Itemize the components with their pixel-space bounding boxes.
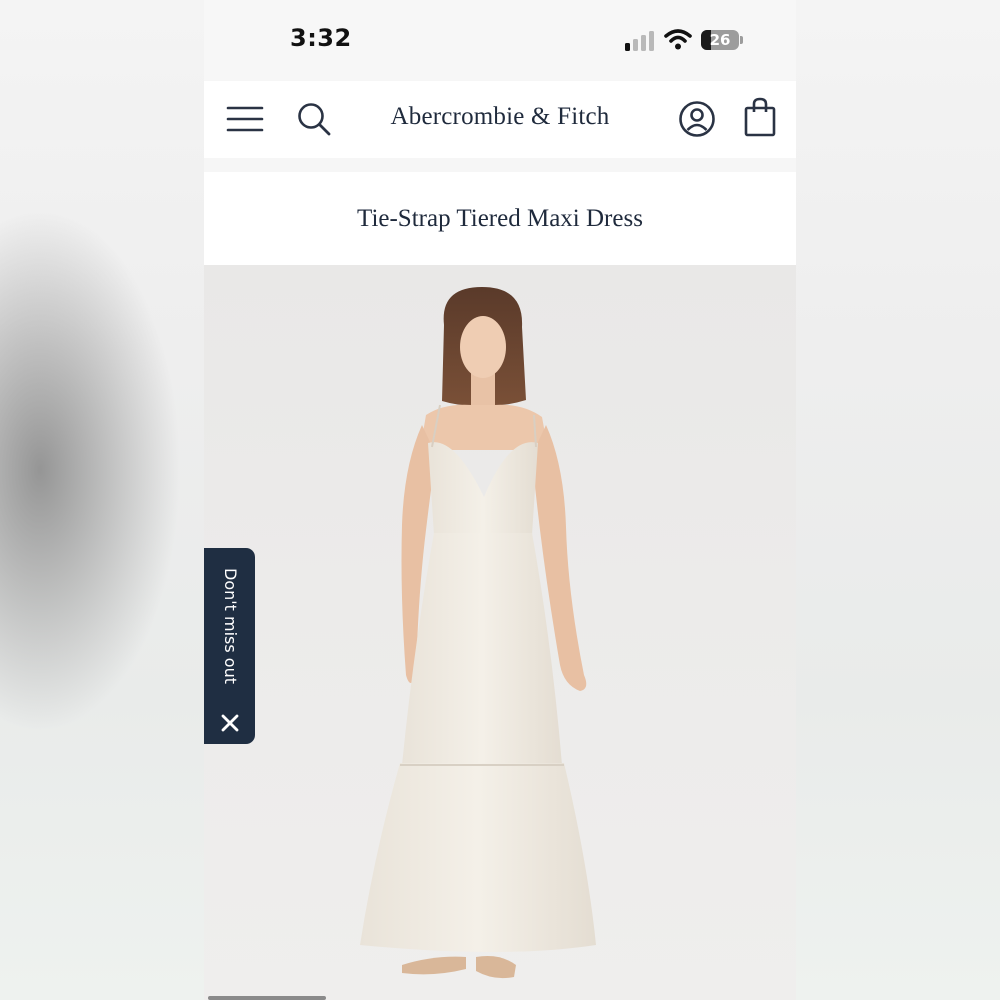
- signal-bar-4: [649, 31, 654, 51]
- shopping-bag-icon[interactable]: [743, 97, 777, 137]
- brand-logo[interactable]: Abercrombie & Fitch: [354, 103, 646, 131]
- site-header: Abercrombie & Fitch: [204, 81, 796, 158]
- battery-icon: 26: [701, 30, 743, 50]
- product-title-band: Tie-Strap Tiered Maxi Dress: [204, 172, 796, 265]
- model-left-foot: [402, 956, 466, 975]
- status-time: 3:32: [290, 24, 352, 52]
- dress-tier: [360, 763, 596, 952]
- dress-bodice: [428, 442, 538, 535]
- scroll-indicator: [208, 996, 326, 1000]
- wifi-icon: [664, 29, 692, 50]
- battery-body: 26: [701, 30, 739, 50]
- product-title: Tie-Strap Tiered Maxi Dress: [357, 205, 643, 232]
- product-photo: [360, 287, 596, 979]
- model-face: [460, 316, 506, 378]
- battery-nub: [740, 36, 743, 44]
- signal-bar-2: [633, 39, 638, 51]
- cellular-signal-icon: [625, 31, 654, 51]
- model-right-foot: [476, 956, 516, 979]
- promo-tab-label[interactable]: Don't miss out: [210, 568, 250, 698]
- signal-bar-1: [625, 43, 630, 51]
- signal-bar-3: [641, 35, 646, 51]
- menu-icon[interactable]: [226, 103, 264, 135]
- model-neck: [471, 373, 495, 409]
- dress-skirt: [402, 533, 562, 765]
- close-icon[interactable]: [221, 714, 239, 732]
- account-icon[interactable]: [678, 100, 716, 138]
- phone-screen: 3:32 26 Abercrombie & Fitch Tie-Strap Ti…: [204, 0, 796, 1000]
- promo-tab[interactable]: Don't miss out: [204, 548, 255, 744]
- battery-level: 26: [709, 31, 731, 49]
- status-bar: 3:32 26: [204, 0, 796, 80]
- product-image[interactable]: [204, 265, 796, 1000]
- search-icon[interactable]: [296, 101, 332, 137]
